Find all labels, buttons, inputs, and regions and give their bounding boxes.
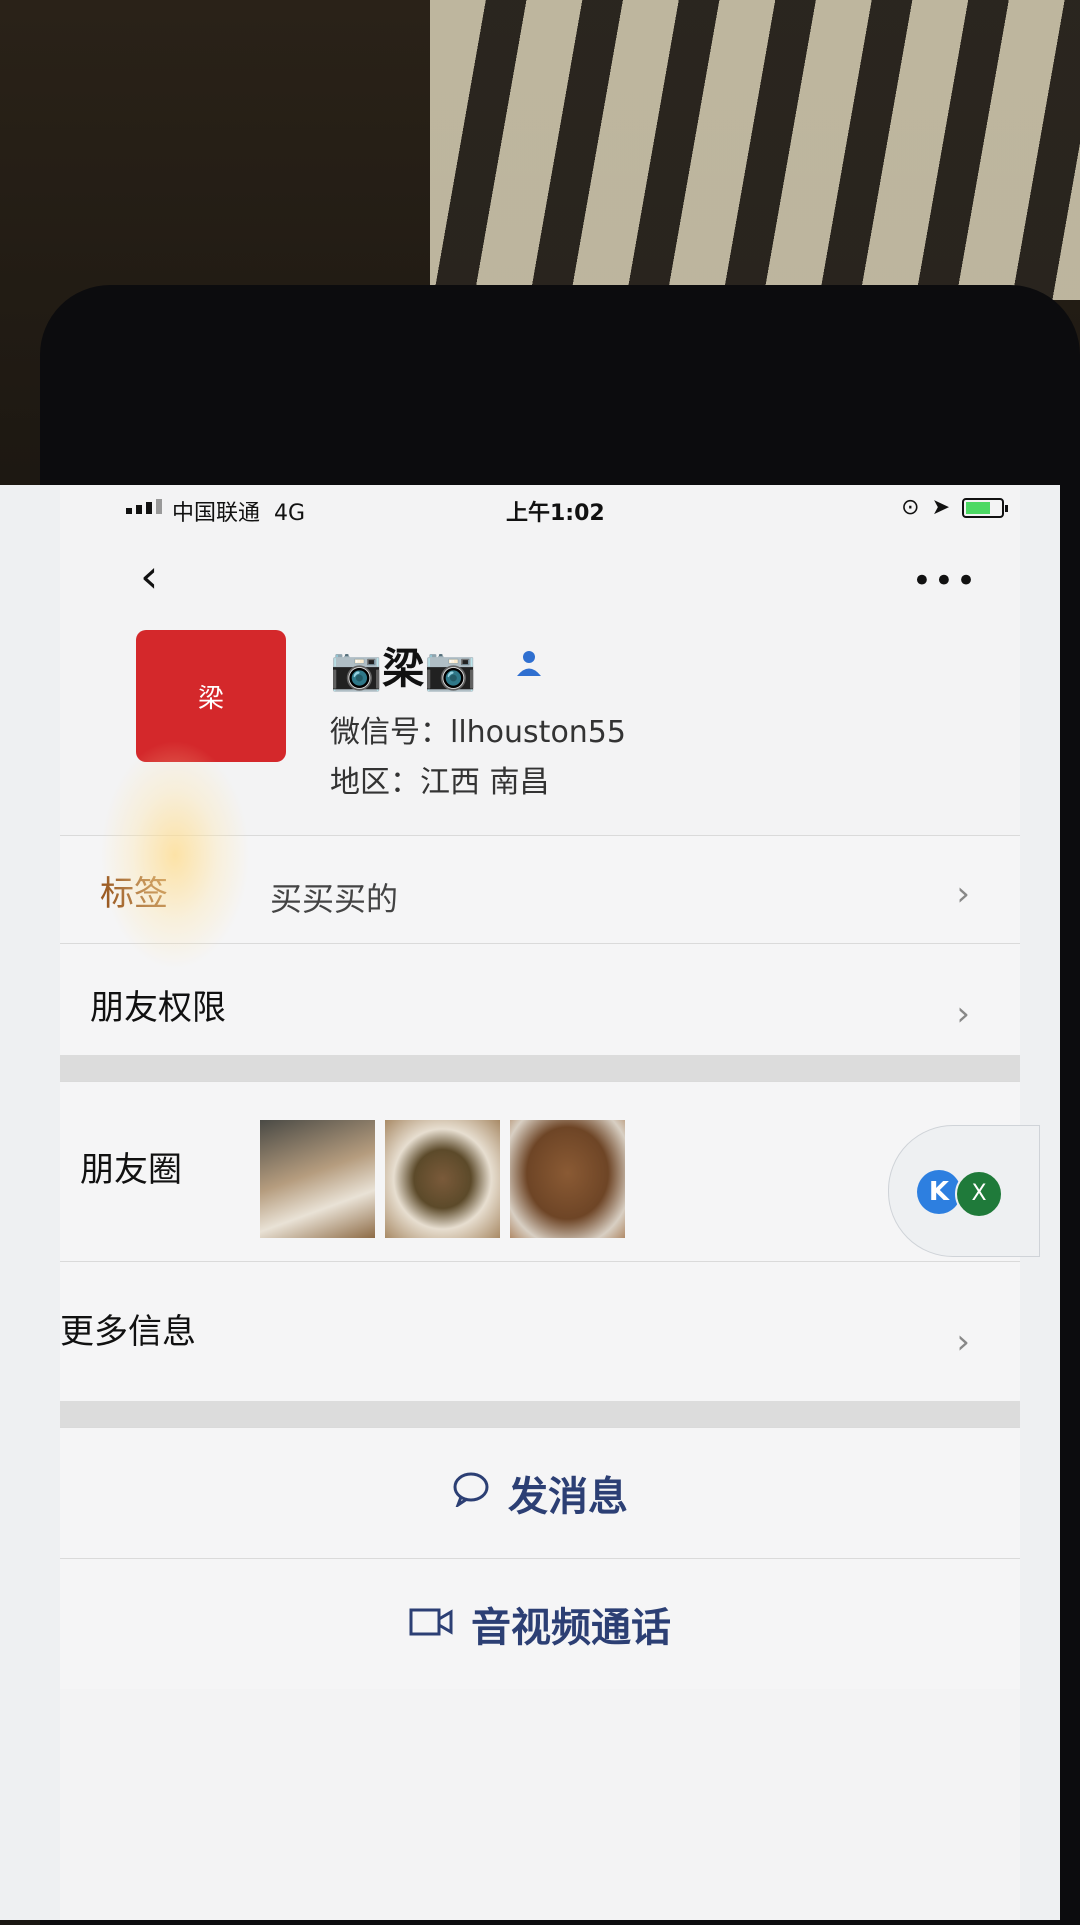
send-message-button[interactable]: 发消息 [60,1427,1020,1558]
phone-screen: 中国联通 4G 上午1:02 ⊙ ➤ ‹ ••• 梁 📷梁📷 微信号：llhou [0,485,1060,1920]
section-divider [60,1401,1020,1427]
moments-label: 朋友圈 [80,1150,182,1190]
floating-app-x-icon: X [955,1170,1003,1218]
back-button[interactable]: ‹ [140,553,180,603]
video-camera-icon [409,1602,453,1646]
moments-thumbnail [260,1120,375,1238]
contact-icon [516,649,542,677]
region: 地区：江西 南昌 [330,765,550,800]
signal-icon [126,499,162,514]
tags-row[interactable]: 标签 买买买的 › [60,835,1020,944]
carrier-label: 中国联通 4G [172,501,306,526]
moments-thumbnail [385,1120,500,1238]
more-icon: ••• [911,561,978,601]
rotation-lock-icon: ⊙ [901,495,920,520]
chat-bubble-icon [452,1471,490,1516]
send-message-label: 发消息 [508,1474,628,1520]
more-info-row[interactable]: 更多信息 › [60,1261,1020,1402]
friend-permissions-row[interactable]: 朋友权限 › [60,943,1020,1056]
video-call-button[interactable]: 音视频通话 [60,1558,1020,1689]
status-icons: ⊙ ➤ [901,495,1008,520]
nickname: 📷梁📷 [330,644,477,693]
section-divider [60,1055,1020,1081]
clock: 上午1:02 [506,501,605,526]
floating-window-bubble[interactable]: K X [888,1125,1040,1257]
moments-thumbnails [260,1120,625,1238]
location-icon: ➤ [931,495,950,520]
chevron-right-icon: › [956,874,970,914]
chevron-right-icon: › [956,994,970,1034]
wechat-id: 微信号：llhouston55 [330,715,626,750]
tags-label: 标签 [100,874,168,914]
chevron-right-icon: › [956,1322,970,1362]
moments-row[interactable]: 朋友圈 [60,1081,1020,1262]
more-button[interactable]: ••• [912,561,978,601]
background-fabric [430,0,1080,300]
battery-icon [962,497,1008,518]
tags-value: 买买买的 [270,880,399,918]
contact-profile-page: 中国联通 4G 上午1:02 ⊙ ➤ ‹ ••• 梁 📷梁📷 微信号：llhou [60,485,1040,1920]
back-icon: ‹ [140,549,159,603]
more-info-label: 更多信息 [60,1312,196,1352]
video-call-label: 音视频通话 [471,1605,671,1651]
status-bar: 中国联通 4G 上午1:02 ⊙ ➤ [60,485,1020,533]
friend-permissions-label: 朋友权限 [90,988,226,1028]
avatar[interactable]: 梁 [136,630,286,762]
moments-thumbnail [510,1120,625,1238]
